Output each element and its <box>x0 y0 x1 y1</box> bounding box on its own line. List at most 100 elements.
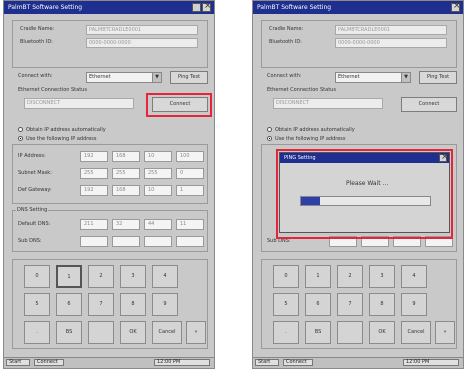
key-dot[interactable]: . <box>24 321 50 344</box>
dns-group-label: DNS Setting <box>16 207 49 213</box>
gateway-label: Def Gateway: <box>18 187 52 193</box>
subnet-octet-4[interactable]: 0 <box>176 168 204 179</box>
connect-with-value: Ethernet <box>338 74 360 80</box>
obtain-auto-radio[interactable] <box>267 127 272 132</box>
connect-button[interactable]: Connect <box>401 97 457 112</box>
minimize-button[interactable] <box>192 3 201 12</box>
chevron-down-icon: ▼ <box>152 73 161 82</box>
subnet-label: Subnet Mask: <box>18 170 52 176</box>
bluetooth-id-label: Bluetooth ID: <box>269 39 302 45</box>
ok-button[interactable]: OK <box>120 321 146 344</box>
ok-button[interactable]: OK <box>369 321 395 344</box>
obtain-auto-label: Obtain IP address automatically <box>275 127 355 133</box>
dialog-highlight <box>276 149 453 239</box>
obtain-auto-label: Obtain IP address automatically <box>26 127 106 133</box>
use-following-radio[interactable] <box>18 136 23 141</box>
dns-octet-1[interactable]: 211 <box>80 219 108 230</box>
ip-octet-3[interactable]: 10 <box>144 151 172 162</box>
sub-dns-octet-3[interactable] <box>144 236 172 247</box>
dns-octet-3[interactable]: 44 <box>144 219 172 230</box>
cancel-button[interactable]: Cancel <box>401 321 431 344</box>
close-button[interactable] <box>202 1 212 12</box>
settings-window-right: PalmBT Software Setting Cradle Name: PAL… <box>252 0 464 369</box>
taskbar-app-button[interactable]: Connect <box>283 359 313 366</box>
sub-dns-octet-1[interactable] <box>80 236 108 247</box>
key-1[interactable]: 1 <box>56 265 82 288</box>
chevron-down-icon: ▼ <box>401 73 410 82</box>
key-4[interactable]: 4 <box>152 265 178 288</box>
key-5[interactable]: 5 <box>273 293 299 316</box>
key-3[interactable]: 3 <box>120 265 146 288</box>
bluetooth-id-field: 0000-0000-0000 <box>335 38 447 48</box>
sub-dns-octet-4[interactable] <box>176 236 204 247</box>
key-2[interactable]: 2 <box>88 265 114 288</box>
connect-with-value: Ethernet <box>89 74 111 80</box>
arrow-right-icon[interactable]: » <box>186 321 206 344</box>
connect-with-label: Connect with: <box>267 73 302 79</box>
key-blank[interactable] <box>88 321 114 344</box>
default-dns-label: Default DNS: <box>18 221 51 227</box>
taskbar: Start Connect 12:00 PM <box>4 357 214 368</box>
subnet-octet-3[interactable]: 255 <box>144 168 172 179</box>
key-9[interactable]: 9 <box>401 293 427 316</box>
dns-octet-4[interactable]: 11 <box>176 219 204 230</box>
start-button[interactable]: Start <box>6 359 30 366</box>
gateway-octet-2[interactable]: 168 <box>112 185 140 196</box>
connect-with-label: Connect with: <box>18 73 53 79</box>
dns-octet-2[interactable]: 32 <box>112 219 140 230</box>
ip-octet-4[interactable]: 100 <box>176 151 204 162</box>
key-3[interactable]: 3 <box>369 265 395 288</box>
use-following-radio[interactable] <box>267 136 272 141</box>
taskbar-app-button[interactable]: Connect <box>34 359 64 366</box>
key-5[interactable]: 5 <box>24 293 50 316</box>
ethernet-status-field: DISCONNECT <box>24 98 134 109</box>
subnet-octet-2[interactable]: 255 <box>112 168 140 179</box>
settings-window-left: PalmBT Software Setting Cradle Name: PAL… <box>3 0 215 369</box>
key-blank[interactable] <box>337 321 363 344</box>
key-8[interactable]: 8 <box>120 293 146 316</box>
key-6[interactable]: 6 <box>56 293 82 316</box>
key-2[interactable]: 2 <box>337 265 363 288</box>
gateway-octet-1[interactable]: 192 <box>80 185 108 196</box>
ip-octet-2[interactable]: 168 <box>112 151 140 162</box>
key-1[interactable]: 1 <box>305 265 331 288</box>
obtain-auto-radio[interactable] <box>18 127 23 132</box>
cancel-button[interactable]: Cancel <box>152 321 182 344</box>
connect-with-select[interactable]: Ethernet ▼ <box>335 72 411 83</box>
key-backspace[interactable]: BS <box>305 321 331 344</box>
close-button[interactable] <box>451 1 461 12</box>
key-dot[interactable]: . <box>273 321 299 344</box>
ethernet-status-label: Ethernet Connection Status <box>18 87 87 93</box>
window-title: PalmBT Software Setting <box>253 1 463 14</box>
connect-with-select[interactable]: Ethernet ▼ <box>86 72 162 83</box>
subnet-octet-1[interactable]: 255 <box>80 168 108 179</box>
cradle-name-field: PALMBTCRADLE0001 <box>335 25 447 35</box>
gateway-octet-4[interactable]: 1 <box>176 185 204 196</box>
sub-dns-octet-2[interactable] <box>112 236 140 247</box>
key-7[interactable]: 7 <box>337 293 363 316</box>
connect-highlight <box>146 93 212 117</box>
ping-test-button[interactable]: Ping Test <box>419 71 457 84</box>
bluetooth-id-label: Bluetooth ID: <box>20 39 53 45</box>
key-0[interactable]: 0 <box>273 265 299 288</box>
bluetooth-id-field: 0000-0000-0000 <box>86 38 198 48</box>
use-following-label: Use the following IP address <box>26 136 97 142</box>
arrow-right-icon[interactable]: » <box>435 321 455 344</box>
key-0[interactable]: 0 <box>24 265 50 288</box>
key-backspace[interactable]: BS <box>56 321 82 344</box>
cradle-name-label: Cradle Name: <box>269 26 304 32</box>
key-6[interactable]: 6 <box>305 293 331 316</box>
ethernet-status-field: DISCONNECT <box>273 98 383 109</box>
system-tray: 12:00 PM <box>154 359 210 366</box>
key-4[interactable]: 4 <box>401 265 427 288</box>
ping-test-button[interactable]: Ping Test <box>170 71 208 84</box>
ethernet-status-label: Ethernet Connection Status <box>267 87 336 93</box>
ip-octet-1[interactable]: 192 <box>80 151 108 162</box>
key-9[interactable]: 9 <box>152 293 178 316</box>
taskbar: Start Connect 12:00 PM <box>253 357 463 368</box>
key-7[interactable]: 7 <box>88 293 114 316</box>
key-8[interactable]: 8 <box>369 293 395 316</box>
cradle-name-label: Cradle Name: <box>20 26 55 32</box>
gateway-octet-3[interactable]: 10 <box>144 185 172 196</box>
start-button[interactable]: Start <box>255 359 279 366</box>
